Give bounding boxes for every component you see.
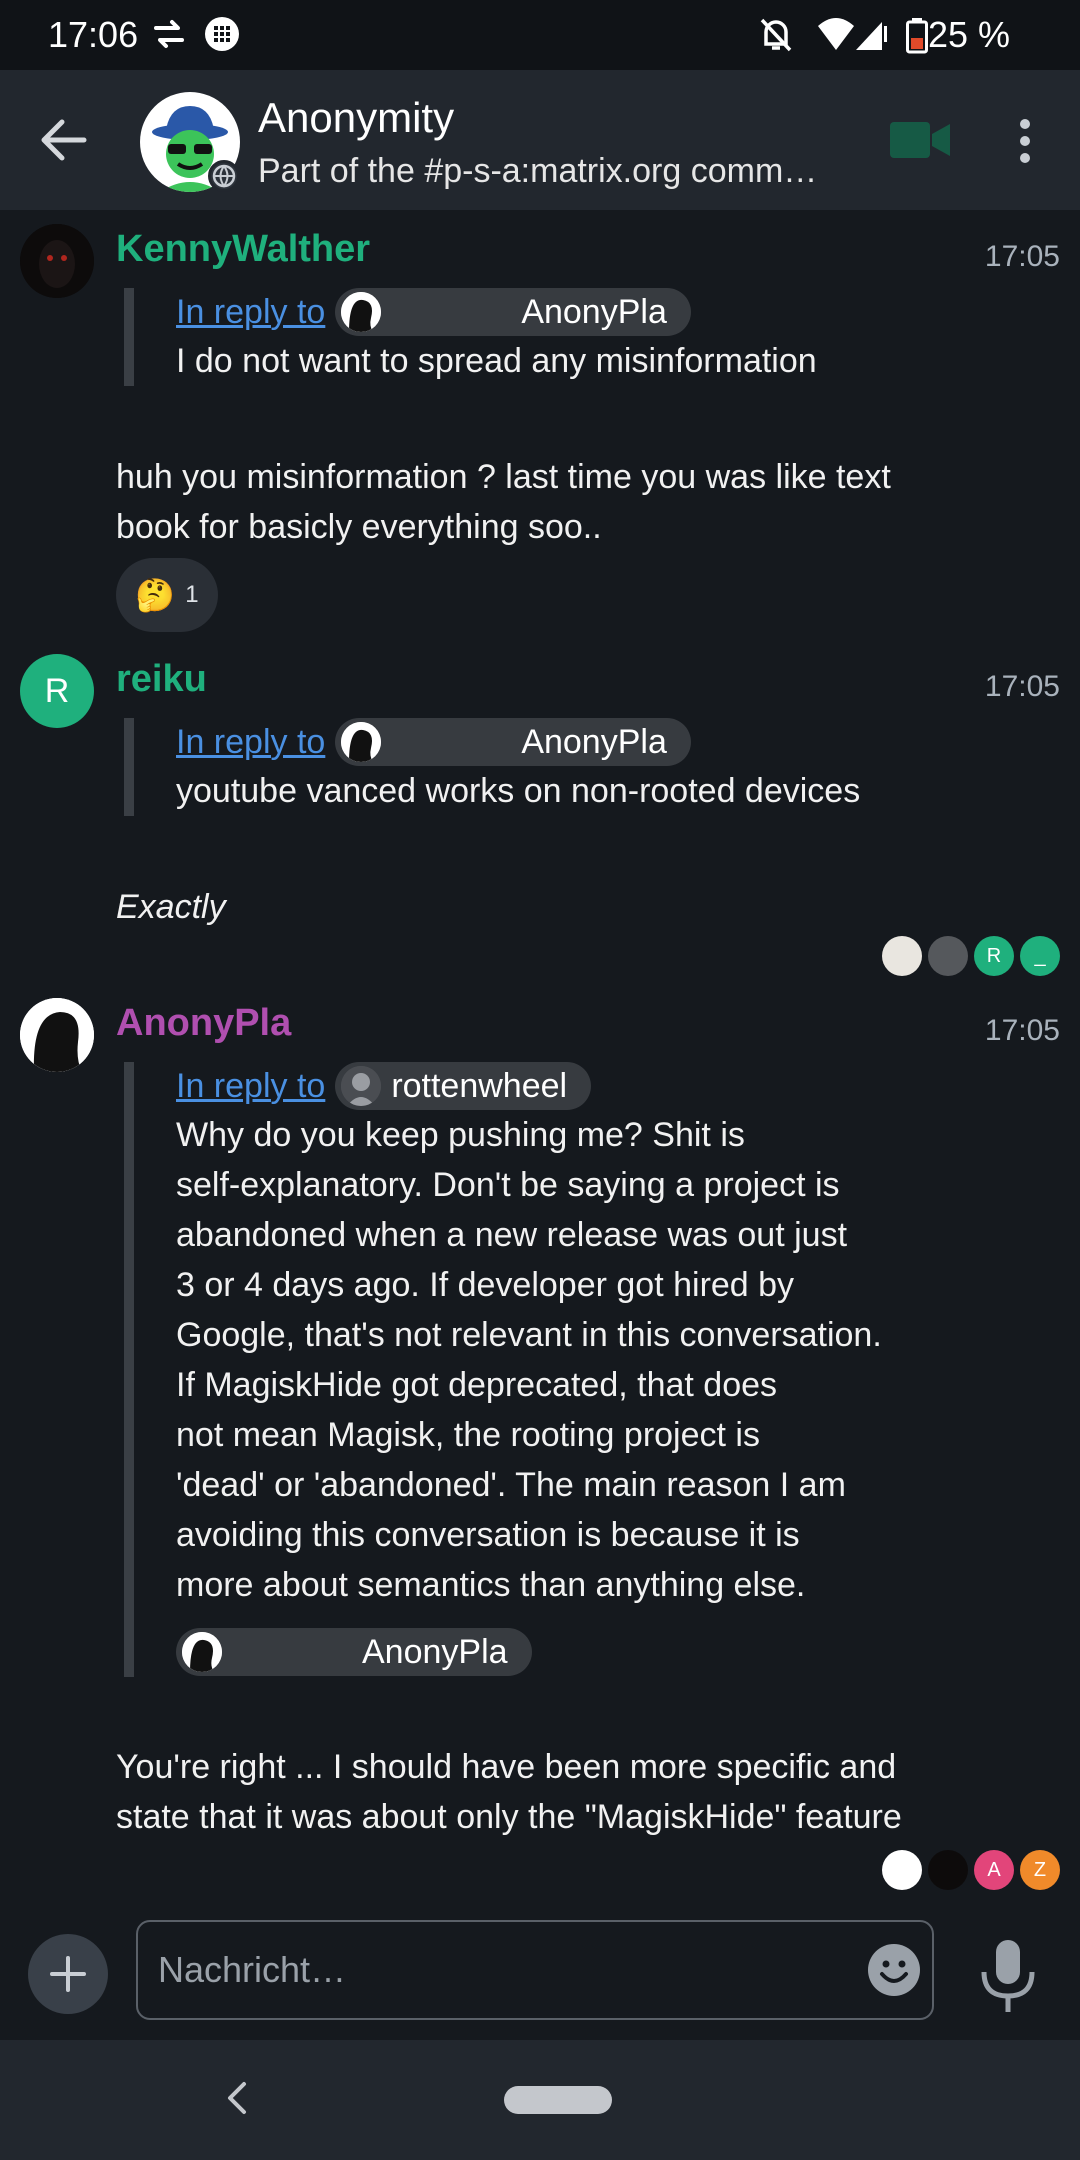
reply-quote[interactable]: In reply to AnonyPla I do not want to sp… — [124, 288, 817, 386]
user-pill[interactable]: AnonyPla — [335, 718, 691, 766]
message-input[interactable] — [136, 1920, 934, 2020]
receipt-avatar: Z — [1020, 1850, 1060, 1890]
avatar[interactable] — [20, 998, 94, 1072]
in-reply-to-link[interactable]: In reply to — [176, 293, 325, 332]
in-reply-to-link[interactable]: In reply to — [176, 1067, 325, 1106]
user-pill[interactable]: AnonyPla — [335, 288, 691, 336]
sender-name[interactable]: KennyWalther — [116, 228, 370, 271]
timeline[interactable]: KennyWalther 17:05 In reply to AnonyPla … — [0, 210, 1080, 1910]
message-body[interactable]: Exactly — [116, 882, 226, 932]
sender-name[interactable]: reiku — [116, 658, 207, 701]
microphone-icon[interactable] — [976, 1938, 1040, 2014]
video-call-icon[interactable] — [890, 118, 950, 162]
receipt-avatar — [882, 1850, 922, 1890]
quoted-message: I do not want to spread any misinformati… — [176, 342, 817, 380]
room-header: Anonymity Part of the #p-s-a:matrix.org … — [0, 70, 1080, 210]
wifi-icon — [818, 18, 854, 50]
mask-avatar-icon — [20, 224, 94, 298]
data-transfer-icon — [154, 20, 184, 48]
receipt-avatar — [928, 936, 968, 976]
receipt-avatar: _ — [1020, 936, 1060, 976]
reply-quote[interactable]: In reply to AnonyPla youtube vanced work… — [124, 718, 860, 816]
arrow-left-icon[interactable] — [36, 112, 92, 168]
signal-icon — [856, 22, 887, 50]
in-reply-to-link[interactable]: In reply to — [176, 723, 325, 762]
battery-percent: 25 % — [927, 14, 1010, 55]
message-timestamp: 17:05 — [984, 240, 1060, 273]
emoji-icon[interactable] — [866, 1942, 922, 1998]
plus-icon — [50, 1956, 86, 1992]
read-receipts[interactable]: A Z — [882, 1850, 1060, 1890]
user-pill[interactable]: rottenwheel — [335, 1062, 592, 1110]
message-composer — [0, 1910, 1080, 2040]
receipt-avatar: R — [974, 936, 1014, 976]
receipt-avatar: A — [974, 1850, 1014, 1890]
room-topic[interactable]: Part of the #p-s-a:matrix.org comm… — [258, 152, 838, 191]
status-bar: 17:06 25 % — [0, 0, 1080, 70]
silhouette-avatar-icon — [20, 998, 94, 1072]
silhouette-avatar-icon — [341, 292, 382, 332]
globe-icon — [212, 164, 236, 188]
nav-back-icon[interactable] — [222, 2076, 252, 2120]
avatar[interactable]: R — [20, 654, 94, 728]
avatar[interactable] — [20, 224, 94, 298]
more-vert-icon[interactable] — [1010, 116, 1040, 166]
read-receipts[interactable]: R _ — [882, 936, 1060, 976]
statue-avatar-icon — [341, 1066, 382, 1106]
grid-icon — [205, 17, 239, 51]
room-name[interactable]: Anonymity — [258, 94, 454, 142]
user-pill-avatar — [182, 1632, 222, 1672]
receipt-avatar — [928, 1850, 968, 1890]
reaction-chip[interactable]: 🤔 1 — [116, 558, 218, 632]
battery-low-icon — [906, 18, 928, 54]
reaction-count: 1 — [185, 581, 199, 608]
quoted-message: Why do you keep pushing me? Shit is self… — [176, 1116, 882, 1604]
message-timestamp: 17:05 — [984, 670, 1060, 703]
system-nav-bar — [0, 2040, 1080, 2160]
thinking-emoji: 🤔 — [135, 577, 176, 613]
reply-quote[interactable]: In reply to rottenwheel Why do you keep … — [124, 1062, 882, 1677]
message-timestamp: 17:05 — [984, 1014, 1060, 1047]
user-pill[interactable]: AnonyPla — [176, 1628, 532, 1676]
sender-name[interactable]: AnonyPla — [116, 1002, 291, 1045]
quoted-message: youtube vanced works on non-rooted devic… — [176, 772, 861, 810]
room-public-badge — [208, 160, 240, 192]
nav-home-pill[interactable] — [504, 2086, 612, 2114]
plus-icon[interactable] — [28, 1934, 108, 2014]
silhouette-avatar-icon — [182, 1632, 222, 1672]
message-body[interactable]: huh you misinformation ? last time you w… — [116, 452, 936, 552]
user-pill-avatar — [341, 292, 382, 332]
silhouette-avatar-icon — [341, 722, 382, 762]
mute-icon — [760, 18, 792, 52]
user-pill-avatar — [341, 722, 382, 762]
status-time: 17:06 — [48, 14, 139, 55]
message-body[interactable]: You're right ... I should have been more… — [116, 1742, 902, 1842]
receipt-avatar — [882, 936, 922, 976]
user-pill-avatar — [341, 1066, 382, 1106]
